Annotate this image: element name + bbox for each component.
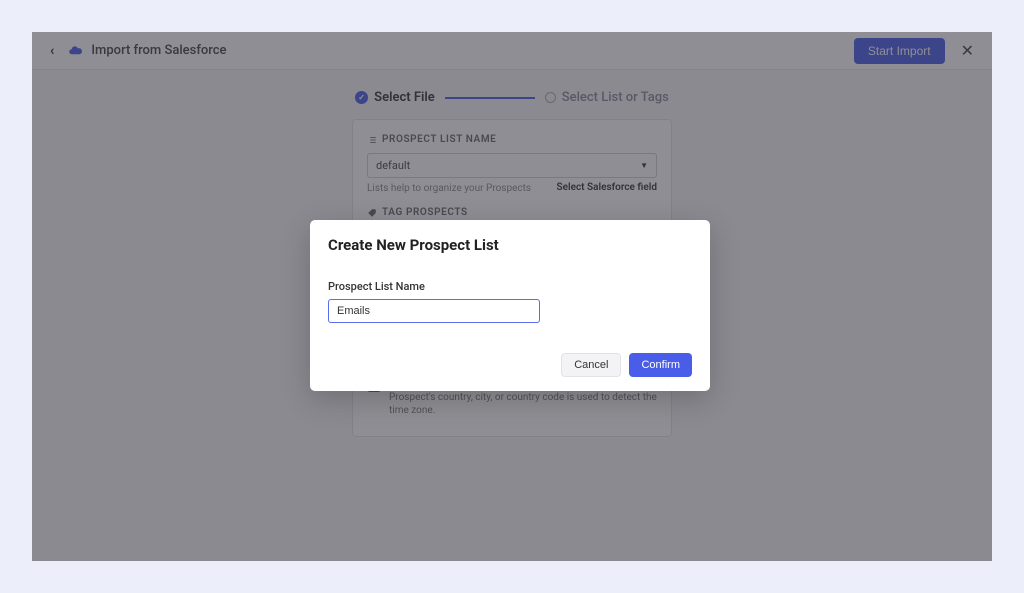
modal-actions: Cancel Confirm	[328, 353, 692, 377]
modal-title: Create New Prospect List	[328, 236, 692, 254]
prospect-list-name-input[interactable]	[328, 299, 540, 323]
cancel-button[interactable]: Cancel	[561, 353, 621, 377]
create-list-modal: Create New Prospect List Prospect List N…	[310, 220, 710, 391]
confirm-button[interactable]: Confirm	[629, 353, 692, 377]
modal-field-label: Prospect List Name	[328, 280, 692, 293]
